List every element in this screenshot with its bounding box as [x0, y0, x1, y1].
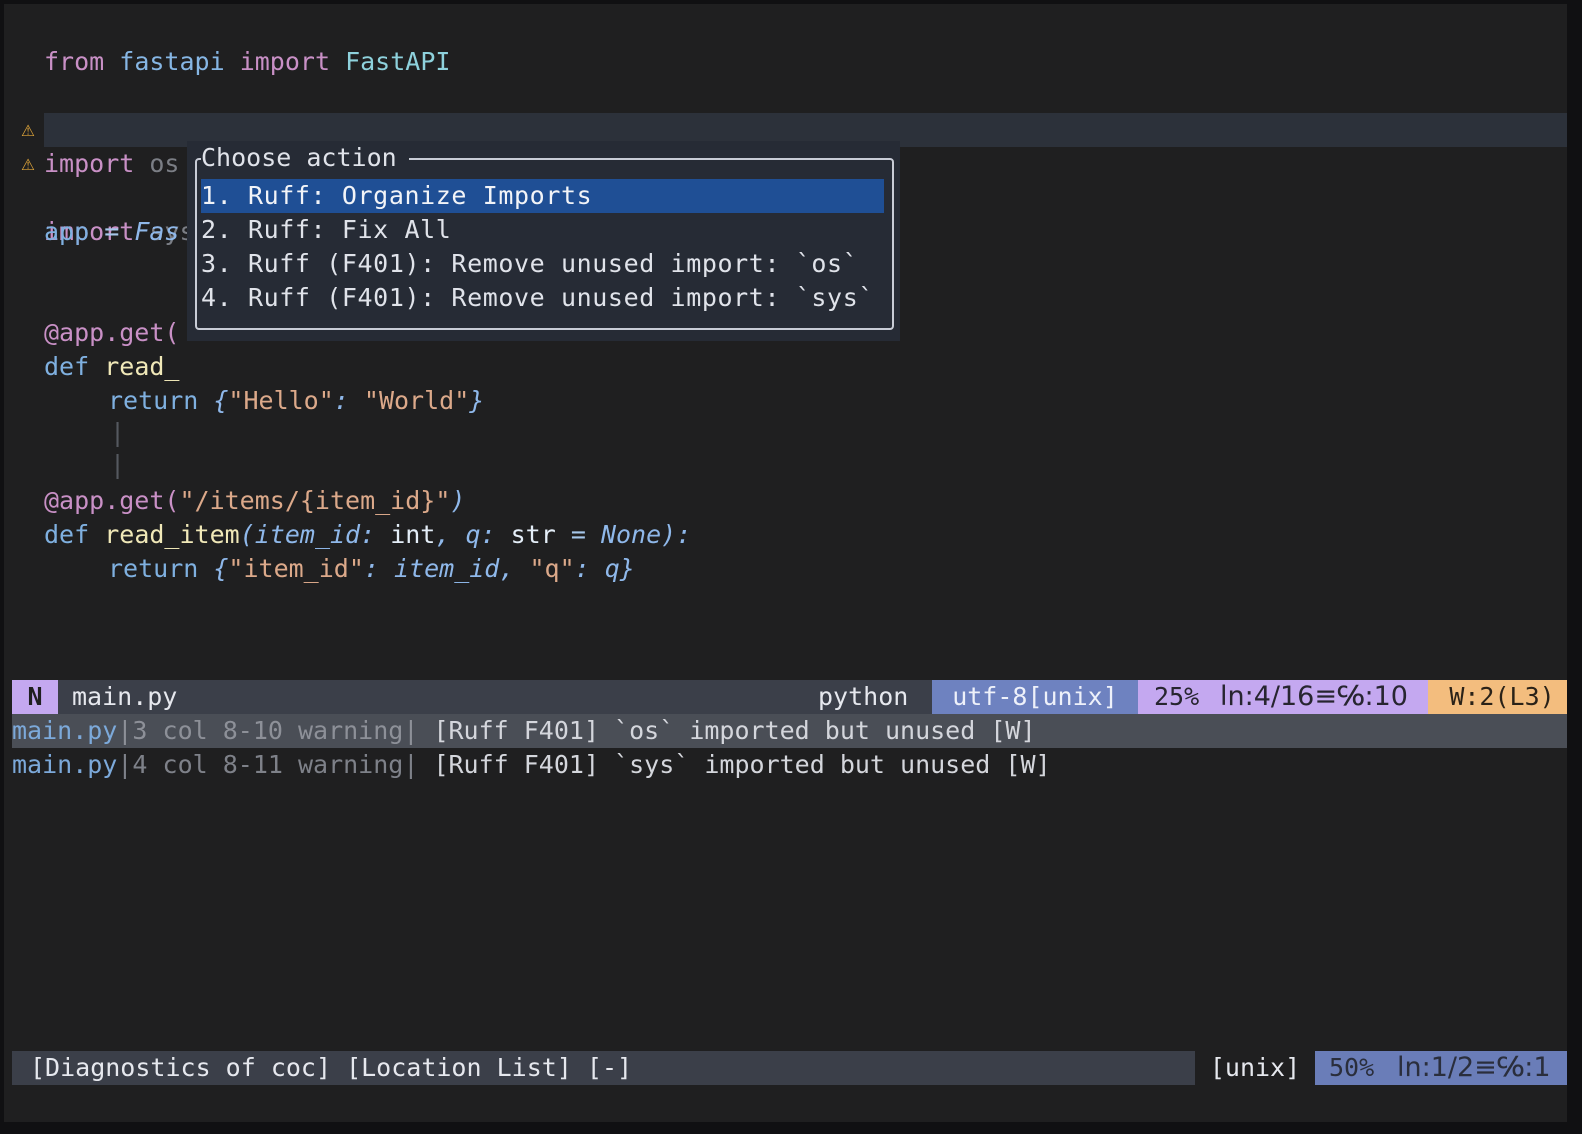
- location-list-position: 50% ln:1/2≡℅:1: [1315, 1051, 1567, 1085]
- entry-location: |4 col 8-11 warning|: [117, 750, 419, 779]
- operator: =: [89, 217, 135, 246]
- status-encoding: utf-8[unix]: [932, 680, 1138, 714]
- keyword: return: [108, 554, 199, 583]
- action-organize-imports[interactable]: 1. Ruff: Organize Imports: [201, 179, 884, 213]
- action-remove-unused-os[interactable]: 3. Ruff (F401): Remove unused import: `o…: [201, 247, 884, 281]
- code-line-15[interactable]: @app.get("/items/{item_id}"): [12, 450, 1567, 515]
- indent-guide-line: |: [12, 414, 1567, 479]
- entry-file: main.py: [12, 750, 118, 779]
- location-list-statusline: [Diagnostics of coc] [Location List] [-]…: [12, 1051, 1567, 1085]
- location-list-title: [Diagnostics of coc] [Location List] [-]: [30, 1053, 633, 1082]
- mode-indicator: N: [12, 680, 58, 714]
- status-filename: main.py: [72, 682, 178, 711]
- punctuation: : item_id,: [363, 554, 530, 583]
- code-action-popup[interactable]: Choose action 1. Ruff: Organize Imports …: [187, 141, 900, 341]
- warning-sign-icon: ⚠: [21, 151, 35, 176]
- keyword: from: [44, 47, 105, 76]
- class-name: FastAPI: [345, 47, 451, 76]
- status-filetype: python: [818, 682, 909, 711]
- status-warnings: W:2(L3): [1428, 680, 1567, 714]
- status-percent: 25%: [1154, 682, 1200, 711]
- action-fix-all[interactable]: 2. Ruff: Fix All: [201, 213, 884, 247]
- string-literal: "item_id": [228, 554, 364, 583]
- statusline: N main.py python utf-8[unix] 25% ln:4/16≡…: [12, 680, 1567, 714]
- popup-title: Choose action: [201, 141, 409, 175]
- entry-message: [Ruff F401] `sys` imported but unused [W…: [418, 750, 1051, 779]
- keyword: import: [239, 47, 331, 76]
- entry-file: main.py: [12, 716, 118, 745]
- location-list-fileformat: [unix]: [1195, 1051, 1315, 1085]
- punctuation: {: [198, 554, 229, 583]
- vim-window: from fastapi import FastAPI ⚠ import os …: [4, 4, 1567, 1122]
- action-remove-unused-sys[interactable]: 4. Ruff (F401): Remove unused import: `s…: [201, 281, 884, 315]
- module-name: fastapi: [119, 47, 225, 76]
- location-list-percent: 50%: [1329, 1053, 1375, 1082]
- code-line-11[interactable]: return {"Hello": "World"}: [12, 350, 1567, 415]
- entry-location: |3 col 8-10 warning|: [117, 716, 419, 745]
- entry-message: [Ruff F401] `os` imported but unused [W]: [418, 716, 1036, 745]
- code-line-17[interactable]: return {"item_id": item_id, "q": q}: [12, 518, 1567, 583]
- status-position: 25% ln:4/16≡℅:10: [1138, 680, 1428, 714]
- code-line-3[interactable]: ⚠ import os: [12, 79, 1567, 178]
- location-list-line-col: ln:1/2≡℅:1: [1397, 1052, 1551, 1083]
- identifier: app: [44, 217, 90, 246]
- location-list-item[interactable]: main.py|3 col 8-10 warning| [Ruff F401] …: [12, 714, 1567, 748]
- string-literal: "q": [529, 554, 575, 583]
- status-line-col: ln:4/16≡℅:10: [1220, 681, 1408, 712]
- code-line-1[interactable]: from fastapi import FastAPI: [12, 11, 1567, 76]
- code-line-16[interactable]: def read_item(item_id: int, q: str = Non…: [12, 484, 1567, 549]
- location-list-item[interactable]: main.py|4 col 8-11 warning| [Ruff F401] …: [12, 748, 1567, 782]
- punctuation: : q}: [574, 554, 635, 583]
- indent-guide-line: |: [12, 382, 1567, 447]
- call-expression: Fas: [134, 217, 180, 246]
- unused-module: os: [149, 149, 180, 178]
